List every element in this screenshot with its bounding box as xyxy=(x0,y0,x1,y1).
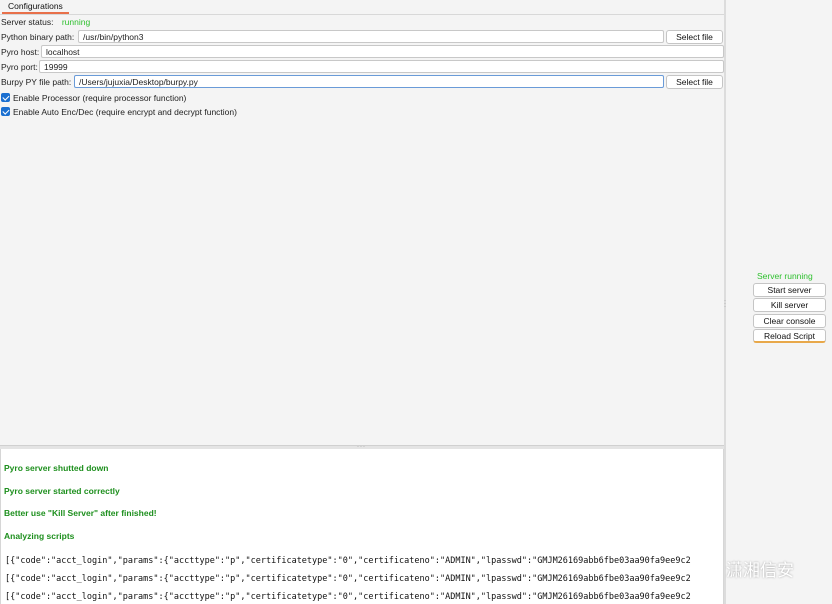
python-path-label: Python binary path: xyxy=(1,32,75,42)
server-status-label-text: Server status: xyxy=(1,17,54,27)
console-message: Better use "Kill Server" after finished! xyxy=(4,508,157,518)
clear-console-button[interactable]: Clear console xyxy=(753,314,826,328)
watermark-text: 潇湘信安 xyxy=(726,560,794,580)
wechat-icon xyxy=(700,559,722,576)
python-path-input[interactable]: /usr/bin/python3 xyxy=(78,30,664,43)
server-running-status: Server running xyxy=(757,271,813,281)
enable-autoenc-checkbox[interactable] xyxy=(1,107,10,116)
console-message: Pyro server shutted down xyxy=(4,463,109,473)
console-message: Pyro server started correctly xyxy=(4,486,120,496)
start-server-button[interactable]: Start server xyxy=(753,283,826,297)
enable-processor-label: Enable Processor (require processor func… xyxy=(13,93,187,103)
enable-autoenc-row[interactable]: Enable Auto Enc/Dec (require encrypt and… xyxy=(1,106,237,118)
python-path-row: Python binary path: /usr/bin/python3 Sel… xyxy=(0,30,724,45)
reload-script-button[interactable]: Reload Script xyxy=(753,329,826,343)
server-status-value: running xyxy=(61,17,91,27)
pyro-port-label: Pyro port: xyxy=(1,62,38,72)
kill-server-button[interactable]: Kill server xyxy=(753,298,826,312)
pyro-host-row: Pyro host: localhost xyxy=(0,45,724,60)
server-control-panel: Server running Start server Kill server … xyxy=(726,0,832,604)
enable-autoenc-label: Enable Auto Enc/Dec (require encrypt and… xyxy=(13,107,237,117)
enable-processor-row[interactable]: Enable Processor (require processor func… xyxy=(1,92,186,104)
tab-bar: Configurations xyxy=(0,0,724,15)
burpy-path-input[interactable]: /Users/jujuxia/Desktop/burpy.py xyxy=(74,75,664,88)
enable-processor-checkbox[interactable] xyxy=(1,93,10,102)
pyro-host-label: Pyro host: xyxy=(1,47,40,57)
console-output[interactable]: Pyro server shutted down Pyro server sta… xyxy=(0,449,724,604)
pyro-port-row: Pyro port: 19999 xyxy=(0,60,724,75)
pyro-port-input[interactable]: 19999 xyxy=(39,60,724,73)
burpy-path-row: Burpy PY file path: /Users/jujuxia/Deskt… xyxy=(0,75,724,90)
console-json-line: [{"code":"acct_login","params":{"accttyp… xyxy=(5,592,691,602)
server-status-label: Server status: running xyxy=(1,15,90,30)
python-select-file-button[interactable]: Select file xyxy=(666,30,723,44)
server-status-row: Server status: running xyxy=(0,15,724,30)
watermark: 潇湘信安 xyxy=(700,555,794,581)
tab-configurations[interactable]: Configurations xyxy=(2,0,69,14)
console-message: Analyzing scripts xyxy=(4,531,75,541)
burpy-path-label: Burpy PY file path: xyxy=(1,77,72,87)
console-json-line: [{"code":"acct_login","params":{"accttyp… xyxy=(5,556,691,566)
pyro-host-input[interactable]: localhost xyxy=(41,45,724,58)
console-json-line: [{"code":"acct_login","params":{"accttyp… xyxy=(5,574,691,584)
main-panel: Configurations Server status: running Py… xyxy=(0,0,724,604)
burpy-select-file-button[interactable]: Select file xyxy=(666,75,723,89)
